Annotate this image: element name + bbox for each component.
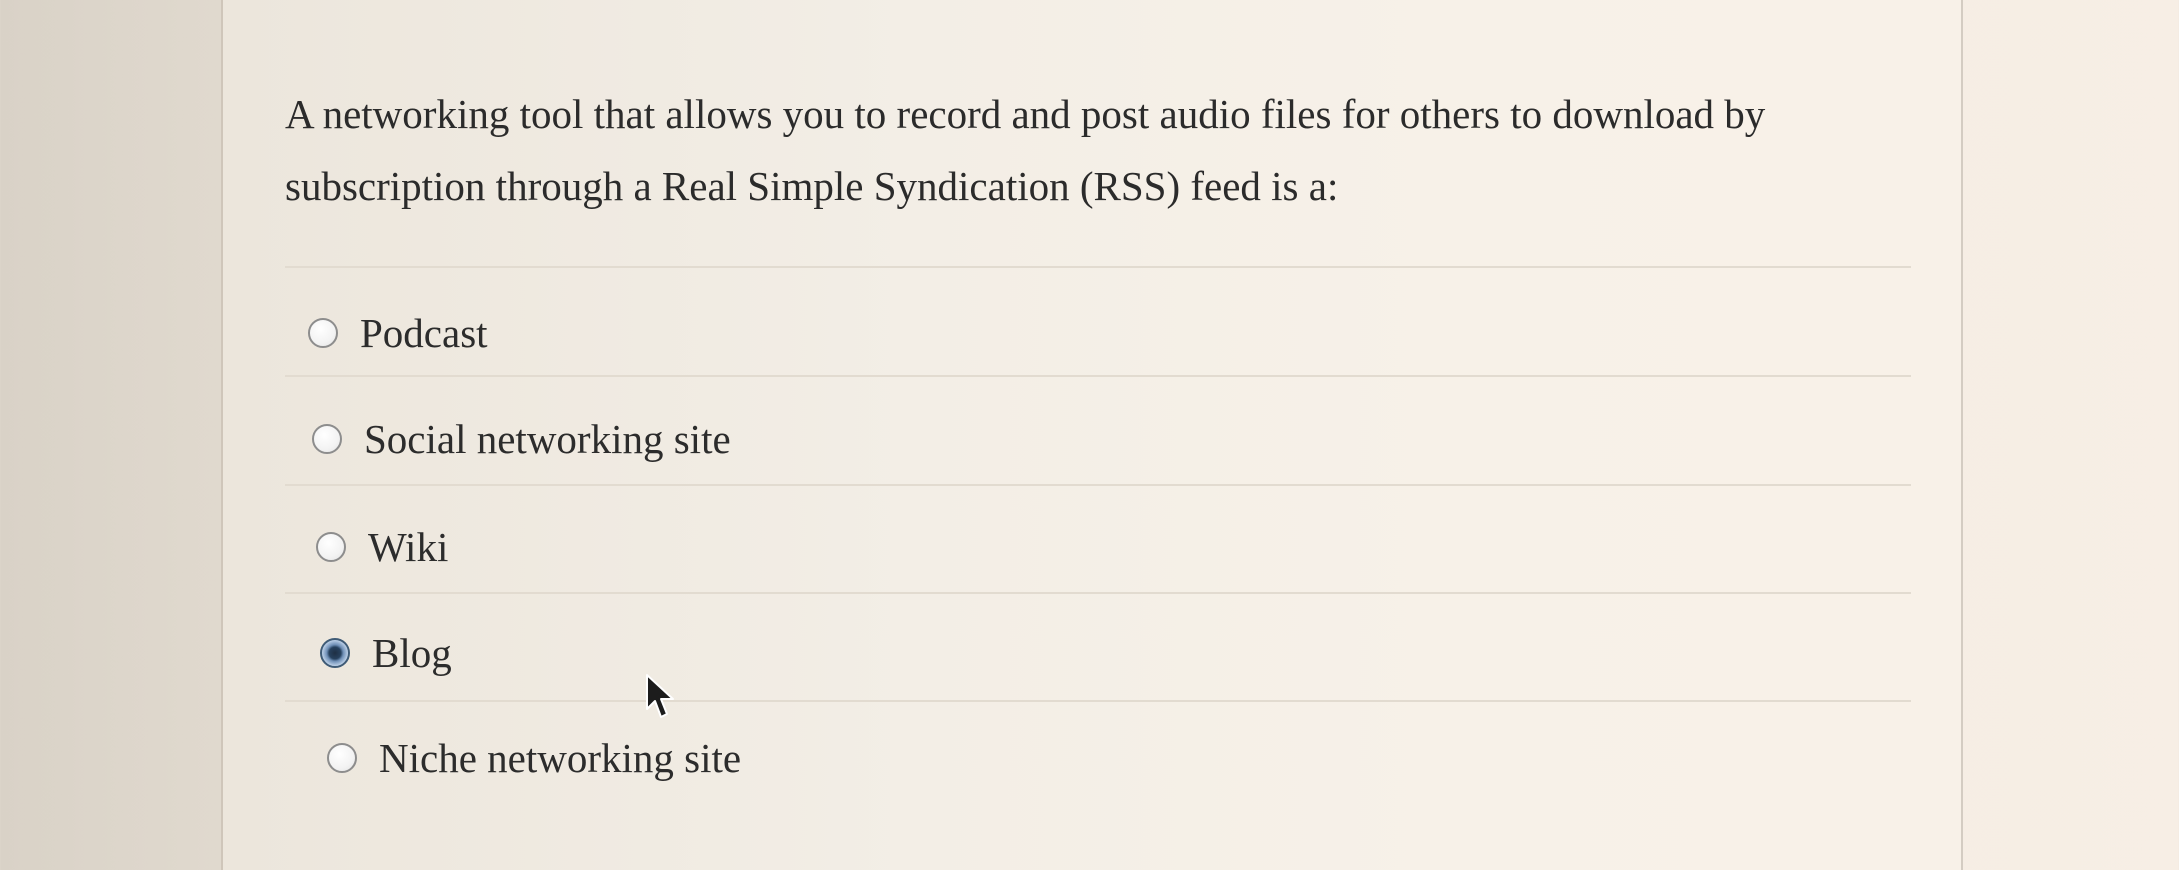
option-label-wiki: Wiki xyxy=(368,524,449,570)
option-social-networking-site[interactable]: Social networking site xyxy=(312,409,731,469)
option-label-podcast: Podcast xyxy=(360,310,488,356)
option-wiki[interactable]: Wiki xyxy=(316,517,448,577)
radio-button-blog[interactable] xyxy=(320,638,350,668)
option-blog[interactable]: Blog xyxy=(320,623,452,683)
divider xyxy=(285,700,1911,702)
radio-button-wiki[interactable] xyxy=(316,532,346,562)
divider xyxy=(285,484,1911,486)
option-niche-networking-site[interactable]: Niche networking site xyxy=(327,728,741,788)
radio-button-social-networking-site[interactable] xyxy=(312,424,342,454)
mouse-cursor-icon xyxy=(646,674,674,718)
radio-button-podcast[interactable] xyxy=(308,318,338,348)
radio-button-niche-networking-site[interactable] xyxy=(327,743,357,773)
option-label-social-networking-site: Social networking site xyxy=(364,416,731,462)
divider xyxy=(285,266,1911,268)
option-label-blog: Blog xyxy=(372,630,452,676)
question-text: A networking tool that allows you to rec… xyxy=(285,91,1766,209)
option-label-niche-networking-site: Niche networking site xyxy=(379,735,742,781)
divider xyxy=(285,592,1911,594)
divider xyxy=(285,375,1911,377)
option-podcast[interactable]: Podcast xyxy=(308,303,488,363)
